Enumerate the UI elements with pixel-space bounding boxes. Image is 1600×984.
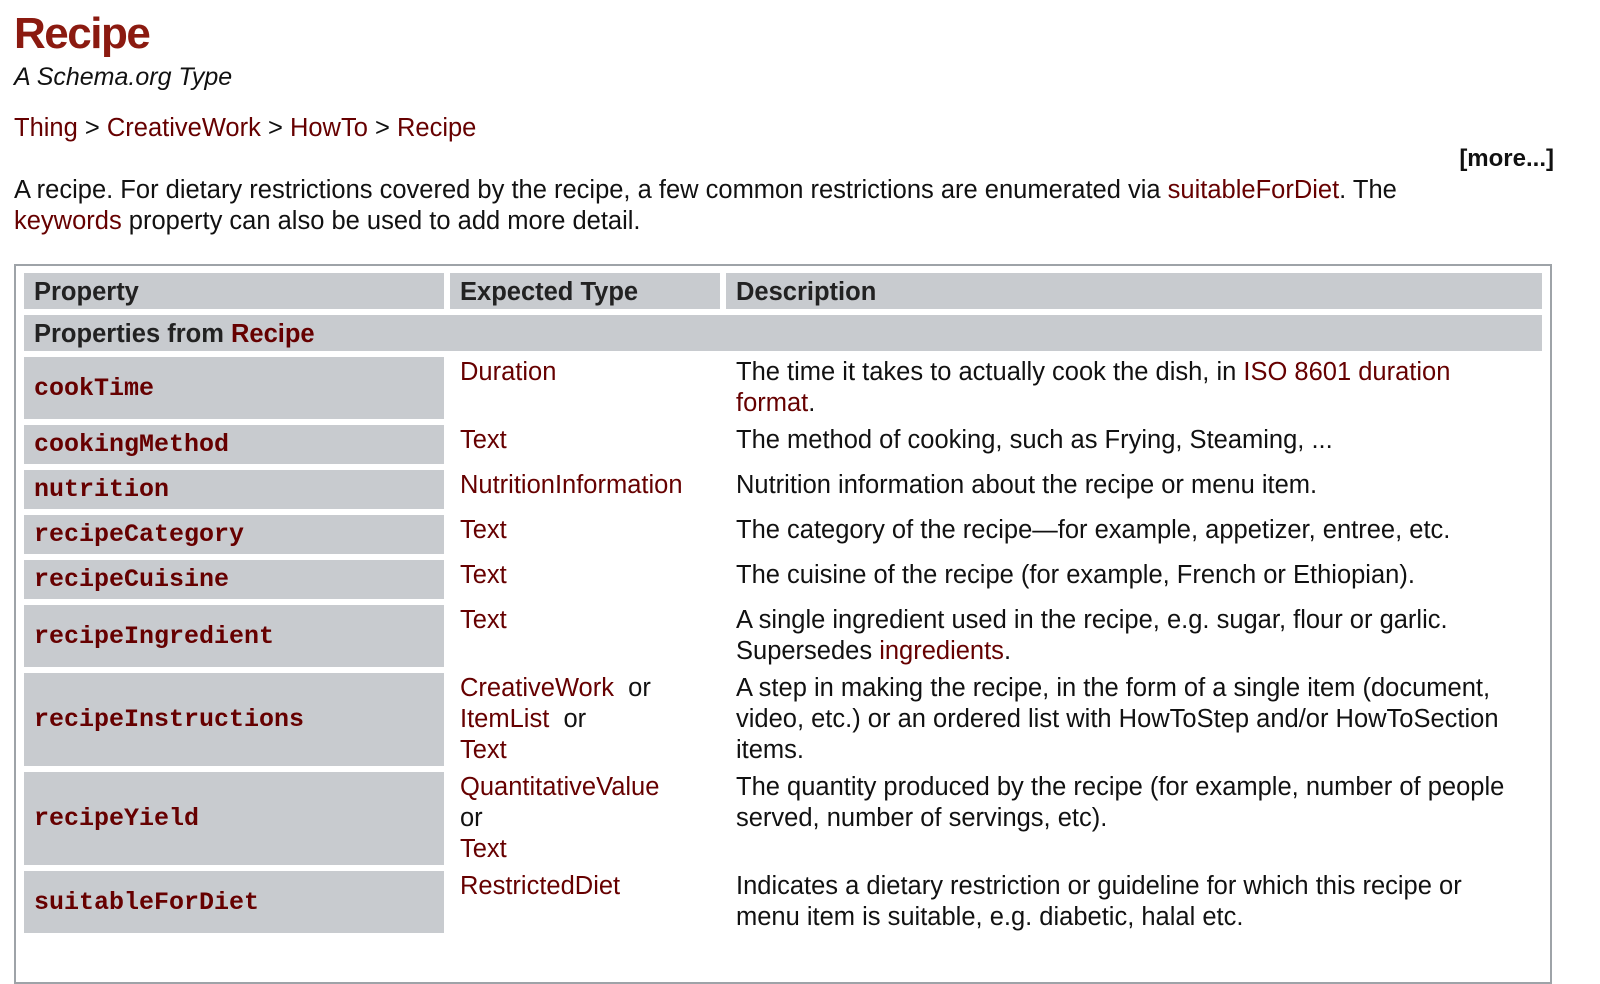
expected-type-link[interactable]: QuantitativeValue <box>460 773 659 801</box>
property-name[interactable]: recipeInstructions <box>24 673 444 766</box>
expected-type-link[interactable]: Duration <box>460 358 556 386</box>
description-text: The method of cooking, such as Frying, S… <box>736 426 1333 454</box>
property-description: The method of cooking, such as Frying, S… <box>726 425 1542 464</box>
description-text: A step in making the recipe, in the form… <box>736 674 1499 764</box>
breadcrumb-separator: > <box>267 114 290 142</box>
property-description: A single ingredient used in the recipe, … <box>726 605 1542 667</box>
keywords-link[interactable]: keywords <box>14 207 122 235</box>
table-header-row: Property Expected Type Description <box>24 273 1542 309</box>
header-property: Property <box>24 273 444 309</box>
description-text: The time it takes to actually cook the d… <box>736 358 1244 386</box>
expected-type-link[interactable]: NutritionInformation <box>460 471 683 499</box>
header-description: Description <box>726 273 1542 309</box>
breadcrumb-thing[interactable]: Thing <box>14 114 78 142</box>
properties-table: Property Expected Type Description Prope… <box>18 267 1548 939</box>
expected-type-link[interactable]: ItemList <box>460 705 549 733</box>
table-row: nutrition NutritionInformation Nutrition i… <box>24 470 1542 509</box>
header-expected-type: Expected Type <box>450 273 720 309</box>
table-row: recipeIngredient Text A single ingredient … <box>24 605 1542 667</box>
property-name[interactable]: recipeCategory <box>24 515 444 554</box>
description-text: Nutrition information about the recipe o… <box>736 471 1318 499</box>
property-description: Indicates a dietary restriction or guide… <box>726 871 1542 933</box>
suitablefordiet-link[interactable]: suitableForDiet <box>1168 176 1340 204</box>
expected-type-link[interactable]: Text <box>460 516 507 544</box>
section-header: Properties from Recipe <box>24 315 1542 351</box>
section-header-prefix: Properties from <box>34 320 231 348</box>
description-text: The cuisine of the recipe (for example, … <box>736 561 1415 589</box>
description-text: The quantity produced by the recipe (for… <box>736 773 1505 832</box>
expected-type-cell: Duration <box>450 357 720 419</box>
breadcrumb-recipe[interactable]: Recipe <box>397 114 476 142</box>
expected-type-cell: CreativeWork or ItemList or Text <box>450 673 720 766</box>
description-text: The category of the recipe—for example, … <box>736 516 1451 544</box>
description-text: A single ingredient used in the recipe, … <box>736 606 1448 665</box>
table-row: recipeYield QuantitativeValue or Text The qu… <box>24 772 1542 865</box>
property-name[interactable]: cookTime <box>24 357 444 419</box>
table-row: suitableForDiet RestrictedDiet Indicates a… <box>24 871 1542 933</box>
table-row: recipeCuisine Text The cuisine of the reci… <box>24 560 1542 599</box>
property-description: Nutrition information about the recipe o… <box>726 470 1542 509</box>
breadcrumb-separator: > <box>84 114 107 142</box>
table-row: recipeInstructions CreativeWork or ItemLis… <box>24 673 1542 766</box>
expected-type-cell: Text <box>450 560 720 599</box>
breadcrumb-creativework[interactable]: CreativeWork <box>107 114 261 142</box>
expected-type-cell: QuantitativeValue or Text <box>450 772 720 865</box>
expected-type-link[interactable]: Text <box>460 426 507 454</box>
table-row: cookingMethod Text The method of cooking, … <box>24 425 1542 464</box>
property-description: The quantity produced by the recipe (for… <box>726 772 1542 865</box>
section-recipe-link[interactable]: Recipe <box>231 320 315 348</box>
expected-type-cell: Text <box>450 605 720 667</box>
description-text: A recipe. For dietary restrictions cover… <box>14 176 1168 204</box>
or-separator: or <box>563 705 587 733</box>
page-subtitle: A Schema.org Type <box>14 63 233 91</box>
description-suffix: . <box>1003 637 1012 665</box>
or-separator: or <box>628 674 651 702</box>
description-text: property can also be used to add more de… <box>121 207 641 235</box>
expected-type-link[interactable]: Text <box>460 736 507 764</box>
table-row: recipeCategory Text The category of the re… <box>24 515 1542 554</box>
property-name[interactable]: recipeIngredient <box>24 605 444 667</box>
table-row: cookTime Duration The time it takes to act… <box>24 357 1542 419</box>
expected-type-cell: RestrictedDiet <box>450 871 720 933</box>
expected-type-cell: NutritionInformation <box>450 470 720 509</box>
expected-type-link[interactable]: Text <box>460 606 507 634</box>
expected-type-link[interactable]: CreativeWork <box>460 674 614 702</box>
breadcrumb: Thing > CreativeWork > HowTo > Recipe <box>14 113 476 143</box>
breadcrumb-howto[interactable]: HowTo <box>290 114 368 142</box>
property-description: The cuisine of the recipe (for example, … <box>726 560 1542 599</box>
breadcrumb-separator: > <box>374 114 397 142</box>
property-description: A step in making the recipe, in the form… <box>726 673 1542 766</box>
property-name[interactable]: suitableForDiet <box>24 871 444 933</box>
property-name[interactable]: nutrition <box>24 470 444 509</box>
property-description: The category of the recipe—for example, … <box>726 515 1542 554</box>
more-link[interactable]: [more...] <box>1459 145 1554 173</box>
expected-type-link[interactable]: RestrictedDiet <box>460 872 620 900</box>
property-name[interactable]: recipeCuisine <box>24 560 444 599</box>
property-name[interactable]: recipeYield <box>24 772 444 865</box>
properties-table-container: Property Expected Type Description Prope… <box>14 264 1552 984</box>
expected-type-cell: Text <box>450 425 720 464</box>
or-separator: or <box>460 804 483 832</box>
description-text: Indicates a dietary restriction or guide… <box>736 872 1462 931</box>
type-description: A recipe. For dietary restrictions cover… <box>14 175 1554 237</box>
property-description: The time it takes to actually cook the d… <box>726 357 1542 419</box>
description-suffix: . <box>808 389 816 417</box>
description-link[interactable]: ingredients <box>879 637 1004 665</box>
description-text: . The <box>1339 176 1397 204</box>
page-title: Recipe <box>14 9 151 58</box>
section-header-row: Properties from Recipe <box>24 315 1542 351</box>
expected-type-link[interactable]: Text <box>460 835 507 863</box>
expected-type-link[interactable]: Text <box>460 561 507 589</box>
property-name[interactable]: cookingMethod <box>24 425 444 464</box>
expected-type-cell: Text <box>450 515 720 554</box>
